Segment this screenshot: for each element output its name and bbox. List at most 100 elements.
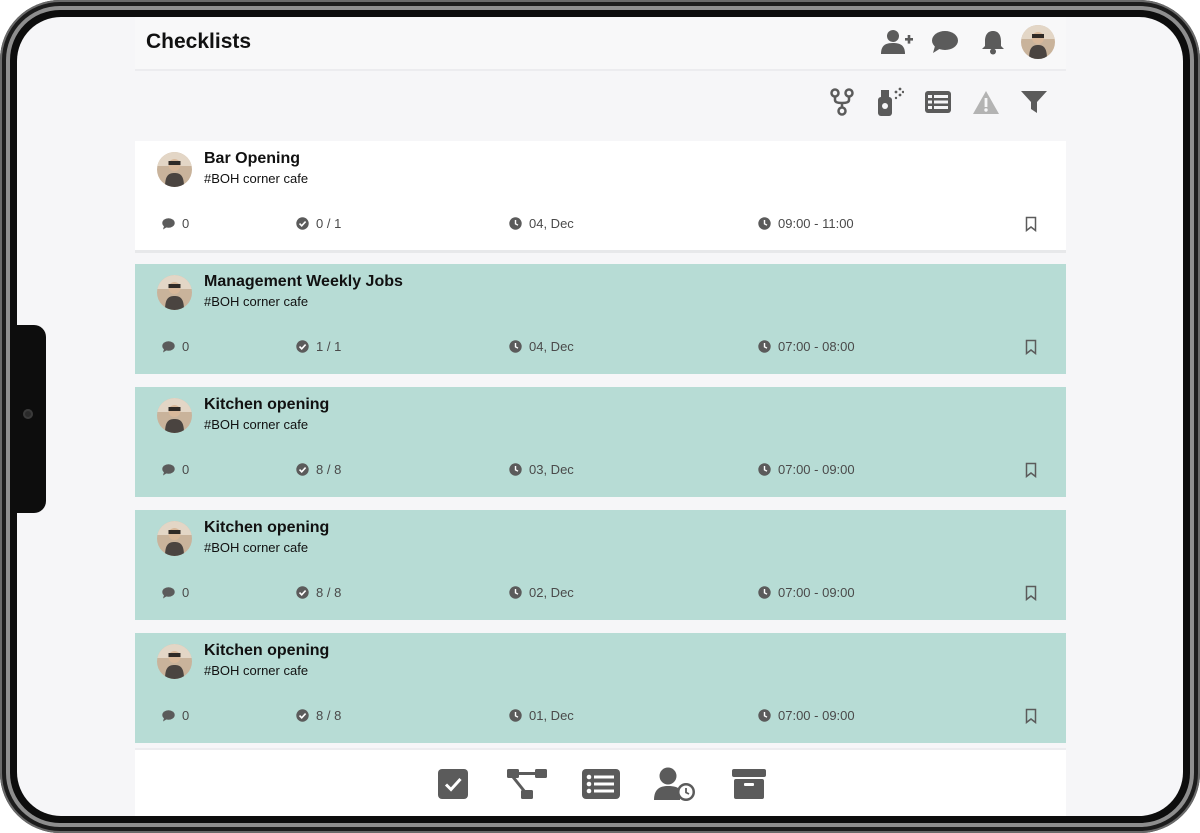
comments-value: 0 xyxy=(182,216,190,231)
tasks-progress: 0 / 1 xyxy=(296,216,341,231)
tasks-value: 8 / 8 xyxy=(316,708,342,723)
checklist-icon[interactable] xyxy=(416,750,490,816)
time-range: 07:00 - 09:00 xyxy=(758,585,855,600)
avatar xyxy=(157,644,192,679)
clock-icon xyxy=(758,709,771,722)
due-date: 02, Dec xyxy=(509,585,574,600)
chat-icon[interactable] xyxy=(921,24,969,60)
checklist-card[interactable]: Kitchen opening #BOH corner cafe 0 8 / 8… xyxy=(135,387,1066,497)
user-clock-icon[interactable] xyxy=(638,750,712,816)
tasks-value: 8 / 8 xyxy=(316,585,342,600)
workflow-icon[interactable] xyxy=(490,750,564,816)
comments-count: 0 xyxy=(162,216,189,231)
due-date: 01, Dec xyxy=(509,708,574,723)
time-value: 09:00 - 11:00 xyxy=(778,216,854,231)
checklist-title: Management Weekly Jobs xyxy=(204,273,403,290)
comments-value: 0 xyxy=(182,339,190,354)
tasks-value: 1 / 1 xyxy=(316,339,342,354)
checklist-card[interactable]: Management Weekly Jobs #BOH corner cafe … xyxy=(135,264,1066,374)
fork-icon[interactable] xyxy=(818,85,866,119)
avatar xyxy=(157,152,192,187)
time-value: 07:00 - 09:00 xyxy=(778,585,855,600)
time-range: 07:00 - 08:00 xyxy=(758,339,855,354)
clock-icon xyxy=(758,217,771,230)
checklist-location: #BOH corner cafe xyxy=(204,540,309,555)
bookmark-icon[interactable] xyxy=(1024,708,1038,724)
comments-value: 0 xyxy=(182,585,190,600)
checklist-location: #BOH corner cafe xyxy=(204,171,309,186)
comments-count: 0 xyxy=(162,585,189,600)
tablet-frame: Checklists Bar Opening #BOH corner cafe … xyxy=(0,0,1200,833)
bottom-nav-icons xyxy=(135,750,1066,816)
app: Checklists Bar Opening #BOH corner cafe … xyxy=(135,17,1066,816)
time-value: 07:00 - 08:00 xyxy=(778,339,855,354)
checklist-location: #BOH corner cafe xyxy=(204,417,309,432)
time-value: 07:00 - 09:00 xyxy=(778,708,855,723)
bookmark-icon[interactable] xyxy=(1024,462,1038,478)
time-range: 09:00 - 11:00 xyxy=(758,216,854,231)
list-view-icon[interactable] xyxy=(914,85,962,119)
bookmark-icon[interactable] xyxy=(1024,216,1038,232)
checklist-location: #BOH corner cafe xyxy=(204,294,309,309)
date-value: 02, Dec xyxy=(529,585,574,600)
clock-icon xyxy=(509,709,522,722)
checklist-card[interactable]: Kitchen opening #BOH corner cafe 0 8 / 8… xyxy=(135,510,1066,620)
comments-value: 0 xyxy=(182,708,190,723)
comment-icon xyxy=(162,463,175,475)
camera xyxy=(23,409,33,419)
clock-icon xyxy=(509,586,522,599)
comments-count: 0 xyxy=(162,339,189,354)
list-icon[interactable] xyxy=(564,750,638,816)
time-range: 07:00 - 09:00 xyxy=(758,708,855,723)
bookmark-icon[interactable] xyxy=(1024,339,1038,355)
header-actions xyxy=(873,24,1055,60)
comment-icon xyxy=(162,709,175,721)
tasks-progress: 8 / 8 xyxy=(296,585,341,600)
archive-icon[interactable] xyxy=(712,750,786,816)
clock-icon xyxy=(758,463,771,476)
clock-icon xyxy=(758,586,771,599)
comment-icon xyxy=(162,340,175,352)
date-value: 03, Dec xyxy=(529,462,574,477)
check-circle-icon xyxy=(296,586,309,599)
avatar xyxy=(157,398,192,433)
bookmark-icon[interactable] xyxy=(1024,585,1038,601)
date-value: 01, Dec xyxy=(529,708,574,723)
spray-icon[interactable] xyxy=(866,85,914,119)
tasks-progress: 1 / 1 xyxy=(296,339,341,354)
check-circle-icon xyxy=(296,709,309,722)
user-avatar[interactable] xyxy=(1021,25,1055,59)
checklist-title: Kitchen opening xyxy=(204,396,330,413)
comments-count: 0 xyxy=(162,708,189,723)
avatar xyxy=(157,275,192,310)
screen: Checklists Bar Opening #BOH corner cafe … xyxy=(17,17,1183,816)
add-user-icon[interactable] xyxy=(873,24,921,60)
comments-value: 0 xyxy=(182,462,190,477)
checklist-card[interactable]: Kitchen opening #BOH corner cafe 0 8 / 8… xyxy=(135,633,1066,743)
bell-icon[interactable] xyxy=(969,24,1017,60)
tasks-value: 0 / 1 xyxy=(316,216,342,231)
checklist-title: Kitchen opening xyxy=(204,519,330,536)
check-circle-icon xyxy=(296,463,309,476)
clock-icon xyxy=(509,340,522,353)
checklist-card[interactable]: Bar Opening #BOH corner cafe 0 0 / 1 04,… xyxy=(135,141,1066,253)
warning-icon[interactable] xyxy=(962,85,1010,119)
page-title: Checklists xyxy=(146,30,252,53)
clock-icon xyxy=(509,463,522,476)
due-date: 04, Dec xyxy=(509,339,574,354)
date-value: 04, Dec xyxy=(529,216,574,231)
comments-count: 0 xyxy=(162,462,189,477)
tasks-progress: 8 / 8 xyxy=(296,708,341,723)
avatar xyxy=(157,521,192,556)
comment-icon xyxy=(162,217,175,229)
toolbar xyxy=(818,85,1058,119)
time-range: 07:00 - 09:00 xyxy=(758,462,855,477)
filter-icon[interactable] xyxy=(1010,85,1058,119)
checklist-location: #BOH corner cafe xyxy=(204,663,309,678)
check-circle-icon xyxy=(296,340,309,353)
top-bar: Checklists xyxy=(135,17,1066,71)
check-circle-icon xyxy=(296,217,309,230)
side-button xyxy=(14,325,46,513)
tasks-progress: 8 / 8 xyxy=(296,462,341,477)
comment-icon xyxy=(162,586,175,598)
